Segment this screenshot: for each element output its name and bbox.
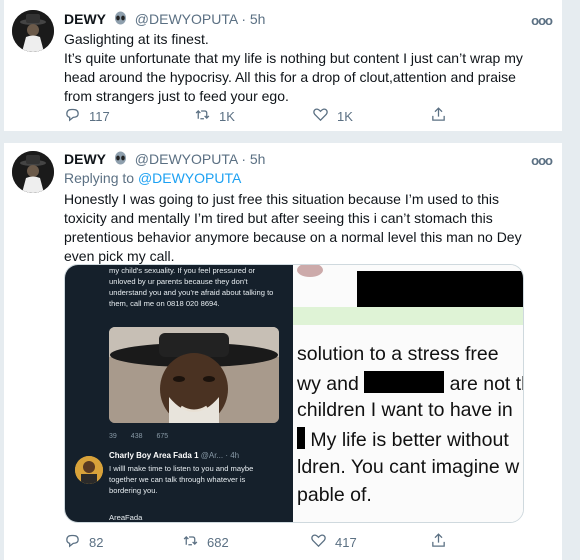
chat-line: children I want to have in bbox=[297, 399, 513, 421]
share-button[interactable] bbox=[430, 106, 447, 126]
chat-line: solution to a stress free bbox=[297, 343, 499, 365]
screenshot-signature: AreaFada bbox=[109, 513, 143, 522]
timestamp[interactable]: · 5h bbox=[241, 151, 265, 167]
tweet-text-line: Gaslighting at its finest. bbox=[64, 31, 209, 47]
replying-to-link[interactable]: @DEWYOPUTA bbox=[138, 170, 241, 186]
chat-bubble bbox=[293, 307, 523, 325]
share-button[interactable] bbox=[430, 532, 447, 552]
stat-retweets: 438 bbox=[130, 433, 143, 440]
screenshot-stats: 39 438 675 bbox=[109, 433, 279, 440]
redaction-bar bbox=[357, 271, 523, 307]
avatar[interactable] bbox=[12, 151, 54, 193]
screenshot-author-meta: @Ar... · 4h bbox=[200, 451, 240, 460]
author-handle[interactable]: @DEWYOPUTA bbox=[135, 11, 238, 27]
reply-count: 82 bbox=[89, 534, 104, 550]
blurred-avatar bbox=[297, 265, 323, 277]
more-options-icon[interactable]: ooo bbox=[531, 153, 553, 168]
share-icon bbox=[430, 532, 447, 552]
action-bar: 82 682 417 bbox=[64, 532, 484, 552]
replying-to-label: Replying to bbox=[64, 170, 135, 186]
heart-icon bbox=[312, 106, 329, 126]
retweet-count: 1K bbox=[219, 108, 235, 124]
timestamp[interactable]: · 5h bbox=[241, 11, 265, 27]
chat-line: ldren. You cant imagine w bbox=[297, 456, 520, 478]
retweet-count: 682 bbox=[207, 534, 229, 550]
chat-line: wy and are not th bbox=[297, 371, 523, 396]
alien-icon bbox=[113, 11, 128, 26]
action-bar: 117 1K 1K bbox=[64, 106, 484, 126]
chat-line: pable of. bbox=[297, 484, 372, 506]
tweet-1[interactable]: DEWY @DEWYOPUTA · 5h ooo Gaslighting at … bbox=[4, 0, 562, 131]
chat-line: My life is better without bbox=[297, 427, 509, 452]
retweet-button[interactable]: 1K bbox=[194, 106, 235, 126]
tweet-media[interactable]: my child's sexuality. If you feel pressu… bbox=[64, 264, 524, 523]
chat-line-part: My life is better without bbox=[310, 429, 509, 451]
tweet-body: Replying to @DEWYOPUTA Honestly I was go… bbox=[64, 169, 540, 266]
stat-replies: 39 bbox=[109, 433, 117, 440]
screenshot-author: Charly Boy Area Fada 1 @Ar... · 4h bbox=[109, 451, 239, 460]
replying-to: Replying to @DEWYOPUTA bbox=[64, 169, 540, 188]
screenshot-reply-text: I willl make time to listen to you and m… bbox=[109, 464, 254, 495]
reply-button[interactable]: 117 bbox=[64, 106, 110, 126]
screenshot-avatar bbox=[75, 456, 103, 484]
tweet-text-line: It’s quite unfortunate that my life is n… bbox=[64, 50, 523, 104]
media-image-right[interactable]: solution to a stress free wy and are not… bbox=[293, 265, 523, 522]
screenshot-author-name: Charly Boy Area Fada 1 bbox=[109, 451, 199, 460]
chat-line-part: are not th bbox=[449, 373, 523, 395]
stat-likes: 675 bbox=[156, 433, 169, 440]
retweet-button[interactable]: 682 bbox=[182, 532, 229, 552]
redaction-bar bbox=[297, 427, 305, 449]
reply-icon bbox=[64, 106, 81, 126]
redaction-bar bbox=[364, 371, 445, 393]
tweet-2[interactable]: DEWY @DEWYOPUTA · 5h ooo Replying to @DE… bbox=[4, 143, 562, 560]
reply-button[interactable]: 82 bbox=[64, 532, 103, 552]
like-button[interactable]: 1K bbox=[312, 106, 353, 126]
screenshot-text: my child's sexuality. If you feel pressu… bbox=[109, 266, 274, 308]
portrait-photo bbox=[109, 327, 279, 423]
alien-icon bbox=[113, 151, 128, 166]
like-count: 417 bbox=[335, 534, 357, 550]
tweet-text: Gaslighting at its finest. It’s quite un… bbox=[64, 30, 540, 106]
chat-line-part: wy and bbox=[297, 373, 359, 395]
author-name[interactable]: DEWY bbox=[64, 11, 106, 27]
like-button[interactable]: 417 bbox=[310, 532, 357, 552]
retweet-icon bbox=[182, 532, 199, 552]
reply-count: 117 bbox=[89, 108, 110, 124]
author-name[interactable]: DEWY bbox=[64, 151, 106, 167]
author-handle[interactable]: @DEWYOPUTA bbox=[135, 151, 238, 167]
more-options-icon[interactable]: ooo bbox=[531, 13, 553, 28]
tweet-text: Honestly I was going to just free this s… bbox=[64, 191, 522, 264]
media-image-left[interactable]: my child's sexuality. If you feel pressu… bbox=[65, 265, 293, 522]
like-count: 1K bbox=[337, 108, 353, 124]
heart-icon bbox=[310, 532, 327, 552]
reply-icon bbox=[64, 532, 81, 552]
share-icon bbox=[430, 106, 447, 126]
retweet-icon bbox=[194, 106, 211, 126]
avatar[interactable] bbox=[12, 10, 54, 52]
